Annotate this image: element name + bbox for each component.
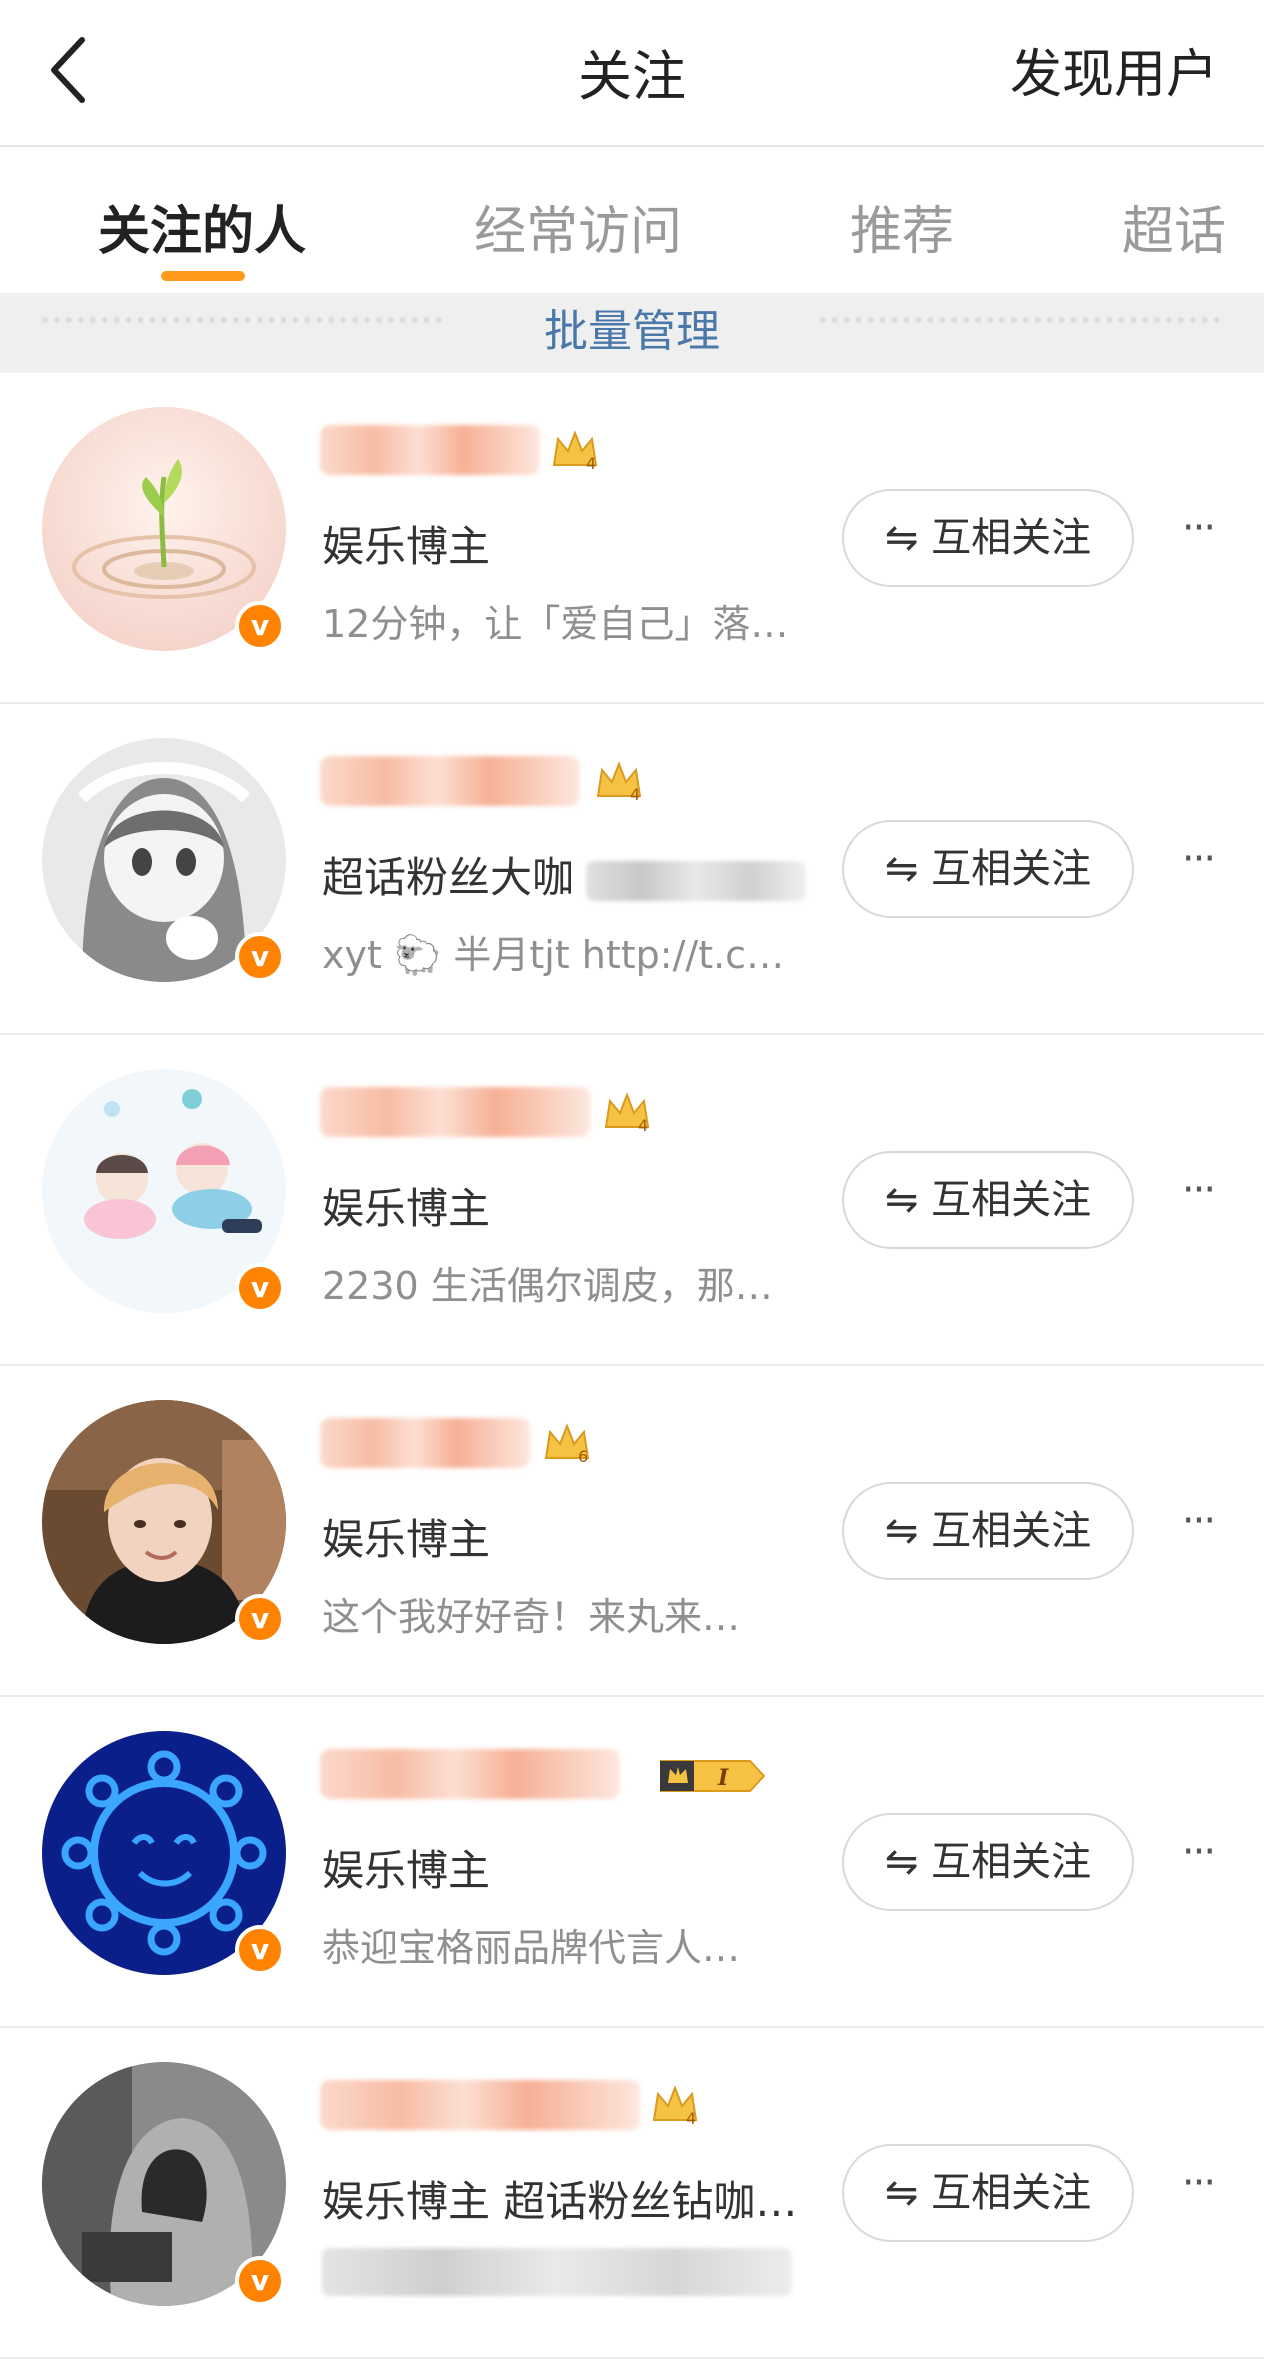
verified-badge-icon: v <box>235 932 285 982</box>
more-options-icon[interactable]: ··· <box>1174 1501 1222 1561</box>
user-description: 恭迎宝格丽品牌代言人… <box>322 1926 741 1970</box>
tab-recommended[interactable]: 推荐 <box>850 189 954 264</box>
user-role: 娱乐博主 超话粉丝钻咖… <box>322 2177 798 2226</box>
tab-super-topics[interactable]: 超话 <box>1122 189 1226 264</box>
username-redacted[interactable] <box>320 1749 620 1799</box>
role-detail-redacted <box>586 860 807 901</box>
tab-frequent[interactable]: 经常访问 <box>474 189 682 264</box>
rank-badge-icon: I <box>660 1760 766 1792</box>
list-item[interactable]: v 6 娱乐博主 这个我好好奇！来丸来… ⇋ 互相关注 ··· <box>0 1366 1264 1697</box>
tab-following[interactable]: 关注的人 <box>98 189 306 264</box>
svg-text:4: 4 <box>586 454 596 473</box>
divider-right <box>820 317 1220 323</box>
svg-text:6: 6 <box>578 1447 588 1466</box>
username-redacted[interactable] <box>320 425 540 475</box>
verified-badge-icon: v <box>235 2256 285 2306</box>
user-description-redacted <box>322 2248 792 2296</box>
user-role: 娱乐博主 <box>322 1184 491 1233</box>
mutual-follow-button[interactable]: ⇋ 互相关注 <box>842 489 1134 587</box>
user-description: xyt 🐑 半月tjt http://t.c… <box>322 933 785 977</box>
more-options-icon[interactable]: ··· <box>1174 1832 1222 1892</box>
more-options-icon[interactable]: ··· <box>1174 2163 1222 2223</box>
user-description: 12分钟，让「爱自己」落… <box>322 602 789 646</box>
svg-text:4: 4 <box>630 785 640 804</box>
list-item[interactable]: v I 娱乐博主 恭迎宝格丽品牌代言人… ⇋ 互相关注 ··· <box>0 1697 1264 2028</box>
crown-level-icon: 4 <box>652 2085 698 2128</box>
verified-badge-icon: v <box>235 1594 285 1644</box>
more-options-icon[interactable]: ··· <box>1174 508 1222 568</box>
active-tab-indicator <box>161 271 245 281</box>
tab-bar: 关注的人 经常访问 推荐 超话 <box>0 149 1264 293</box>
crown-level-icon: 4 <box>552 430 598 473</box>
following-list: v 4 娱乐博主 12分钟，让「爱自己」落… ⇋ 互相关注 ··· v 4 超话… <box>0 373 1264 2359</box>
batch-manage-bar: 批量管理 <box>0 293 1264 373</box>
more-options-icon[interactable]: ··· <box>1174 839 1222 899</box>
user-role: 娱乐博主 <box>322 1846 491 1895</box>
svg-text:I: I <box>717 1765 729 1791</box>
mutual-follow-button[interactable]: ⇋ 互相关注 <box>842 2144 1134 2242</box>
verified-badge-icon: v <box>235 1925 285 1975</box>
verified-badge-icon: v <box>235 601 285 651</box>
user-description: 这个我好好奇！来丸来… <box>322 1595 741 1639</box>
crown-level-icon: 4 <box>596 761 642 804</box>
username-redacted[interactable] <box>320 756 580 806</box>
user-description: 2230 生活偶尔调皮，那… <box>322 1264 773 1308</box>
list-item[interactable]: v 4 娱乐博主 超话粉丝钻咖… ⇋ 互相关注 ··· <box>0 2028 1264 2359</box>
user-role: 娱乐博主 <box>322 1515 491 1564</box>
list-item[interactable]: v 4 娱乐博主 2230 生活偶尔调皮，那… ⇋ 互相关注 ··· <box>0 1035 1264 1366</box>
username-redacted[interactable] <box>320 1418 530 1468</box>
svg-text:4: 4 <box>686 2109 696 2128</box>
top-nav-bar: 关注 发现用户 <box>0 0 1264 147</box>
more-options-icon[interactable]: ··· <box>1174 1170 1222 1230</box>
crown-level-icon: 6 <box>544 1423 590 1466</box>
mutual-follow-button[interactable]: ⇋ 互相关注 <box>842 1482 1134 1580</box>
username-redacted[interactable] <box>320 2080 640 2130</box>
svg-text:4: 4 <box>638 1116 648 1135</box>
username-redacted[interactable] <box>320 1087 590 1137</box>
list-item[interactable]: v 4 娱乐博主 12分钟，让「爱自己」落… ⇋ 互相关注 ··· <box>0 373 1264 704</box>
mutual-follow-button[interactable]: ⇋ 互相关注 <box>842 1151 1134 1249</box>
batch-manage-button[interactable]: 批量管理 <box>0 295 1264 359</box>
user-role: 娱乐博主 <box>322 522 491 571</box>
mutual-follow-button[interactable]: ⇋ 互相关注 <box>842 1813 1134 1911</box>
crown-level-icon: 4 <box>604 1092 650 1135</box>
mutual-follow-button[interactable]: ⇋ 互相关注 <box>842 820 1134 918</box>
user-role-text: 超话粉丝大咖 <box>322 853 575 902</box>
user-role: 超话粉丝大咖 <box>322 844 807 905</box>
list-item[interactable]: v 4 超话粉丝大咖 xyt 🐑 半月tjt http://t.c… ⇋ 互相关… <box>0 704 1264 1035</box>
verified-badge-icon: v <box>235 1263 285 1313</box>
discover-users-link[interactable]: 发现用户 <box>1010 32 1218 107</box>
